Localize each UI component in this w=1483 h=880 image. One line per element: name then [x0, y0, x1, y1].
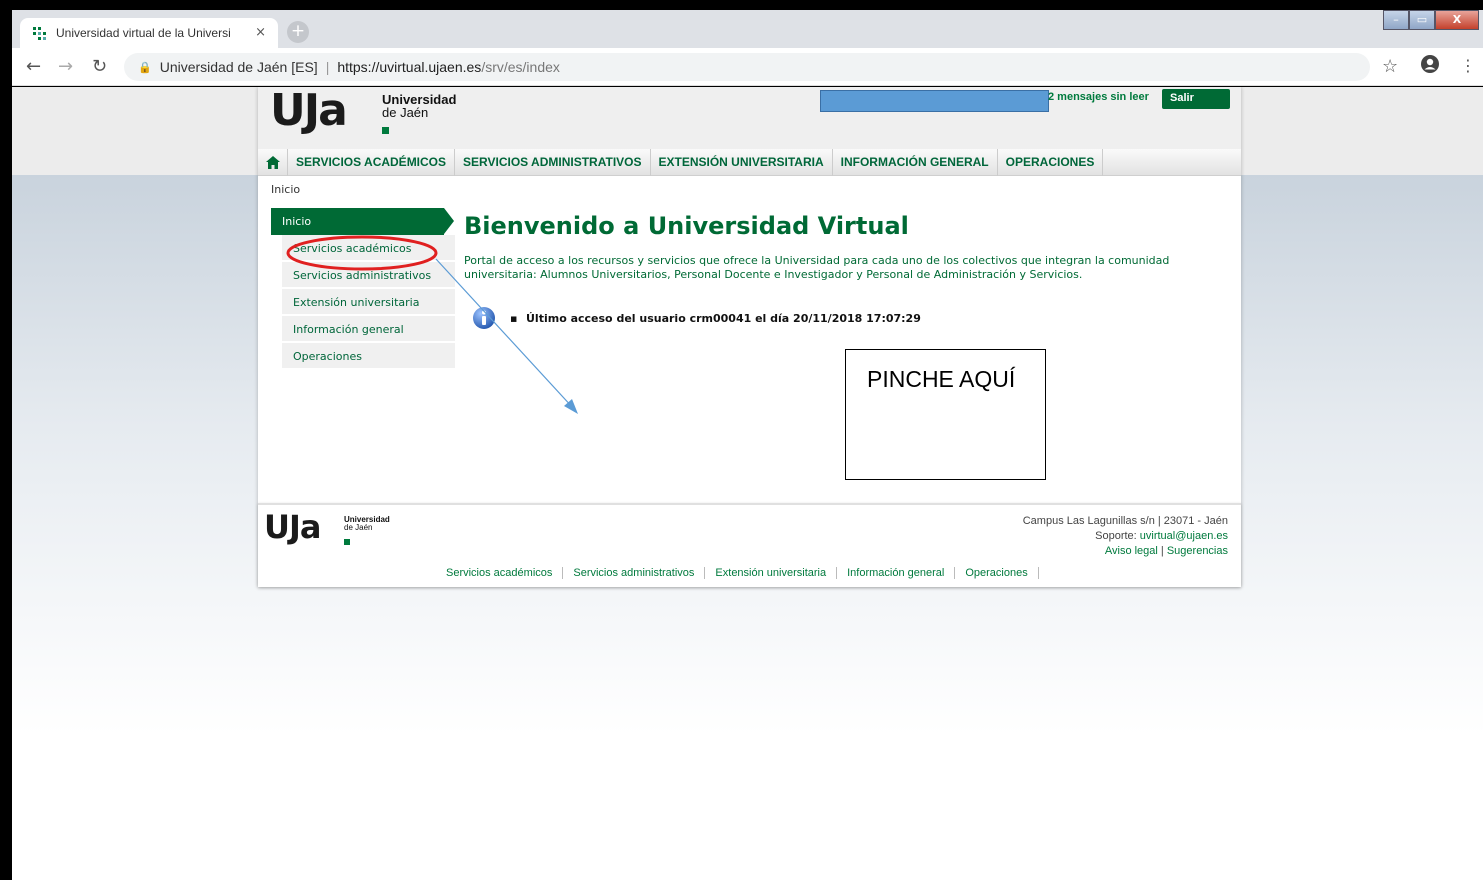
url-path: /srv/es/index: [481, 59, 560, 75]
support-email-link[interactable]: uvirtual@ujaen.es: [1140, 530, 1228, 542]
footer-logo-line2: de Jaén: [344, 523, 373, 532]
page-viewport: UJa Universidad de Jaén 2 mensajes sin l…: [12, 87, 1483, 880]
highlight-ellipse: [286, 235, 438, 271]
window-controls: – ▭ X: [1383, 10, 1479, 30]
annotation-overlay: [286, 235, 578, 414]
footer-logo-dot: [344, 539, 350, 545]
legal-link[interactable]: Aviso legal: [1105, 545, 1158, 557]
address-bar: ← → ↻ 🔒 Universidad de Jaén [ES] | https…: [12, 48, 1483, 86]
annotation-arrow: [435, 258, 575, 410]
minimize-button[interactable]: –: [1383, 10, 1409, 30]
url-host: https://uvirtual.ujaen.es: [337, 59, 482, 75]
account-icon[interactable]: [1420, 54, 1440, 74]
bookmark-star-icon[interactable]: ☆: [1382, 56, 1398, 77]
footer-support: Soporte: uvirtual@ujaen.es: [1095, 530, 1228, 542]
forward-icon[interactable]: →: [58, 56, 73, 77]
site-name: Universidad de Jaén [ES]: [159, 59, 318, 75]
browser-tab[interactable]: Universidad virtual de la Universi ×: [20, 18, 278, 48]
new-tab-button[interactable]: +: [287, 21, 309, 43]
footer-link-informacion-general[interactable]: Información general: [837, 567, 956, 579]
tab-title: Universidad virtual de la Universi: [56, 26, 231, 40]
footer-link-extension-universitaria[interactable]: Extensión universitaria: [705, 567, 838, 579]
footer-links: Servicios académicos Servicios administr…: [436, 567, 1039, 579]
back-icon[interactable]: ←: [26, 56, 41, 77]
footer-link-servicios-academicos[interactable]: Servicios académicos: [436, 567, 564, 579]
footer-logo[interactable]: UJa Universidad de Jaén: [264, 508, 414, 553]
footer-address: Campus Las Lagunillas s/n | 23071 - Jaén: [1022, 515, 1228, 527]
footer-legal: Aviso legal | Sugerencias: [1104, 545, 1228, 557]
ujaen-favicon-icon: [33, 27, 46, 40]
maximize-button[interactable]: ▭: [1409, 10, 1435, 30]
footer-contact: Campus Las Lagunillas s/n | 23071 - Jaén…: [1023, 514, 1228, 559]
footer-link-operaciones[interactable]: Operaciones: [955, 567, 1039, 579]
close-window-button[interactable]: X: [1435, 10, 1479, 30]
footer-logo-letters: UJa: [264, 508, 321, 546]
url-input[interactable]: 🔒 Universidad de Jaén [ES] | https://uvi…: [124, 53, 1370, 81]
tab-close-icon[interactable]: ×: [255, 25, 266, 40]
lock-icon: 🔒: [138, 61, 152, 74]
suggestions-link[interactable]: Sugerencias: [1167, 545, 1228, 557]
site-footer: UJa Universidad de Jaén Campus Las Lagun…: [258, 503, 1241, 587]
menu-kebab-icon[interactable]: ⋮: [1460, 56, 1476, 75]
reload-icon[interactable]: ↻: [92, 56, 107, 77]
footer-link-servicios-administrativos[interactable]: Servicios administrativos: [563, 567, 706, 579]
tab-bar: Universidad virtual de la Universi × + –…: [12, 10, 1483, 48]
window-frame: Universidad virtual de la Universi × + –…: [0, 0, 1483, 880]
url-separator: |: [325, 59, 330, 75]
